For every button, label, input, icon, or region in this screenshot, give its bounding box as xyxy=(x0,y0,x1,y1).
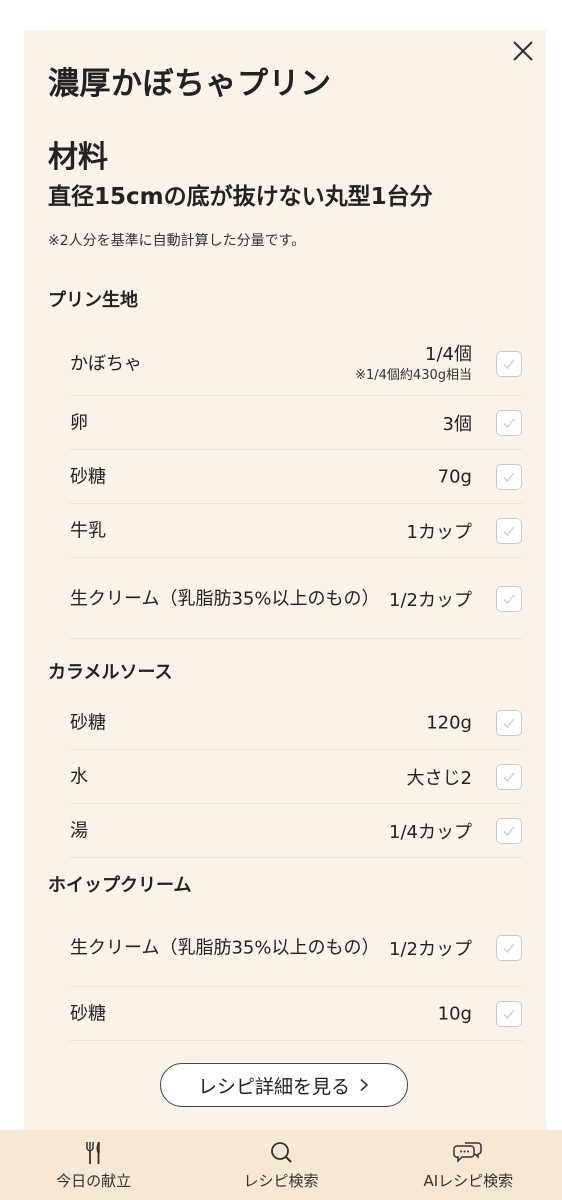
ingredient-amount: 1カップ xyxy=(406,522,472,543)
ingredient-name: 水 xyxy=(70,766,88,788)
group-title: ホイップクリーム xyxy=(48,875,192,896)
ingredient-row: 卵 3個 xyxy=(70,397,522,450)
nav-label: レシピ検索 xyxy=(243,1171,319,1190)
checkmark-icon xyxy=(503,826,515,837)
nav-item-todays-menu[interactable]: 今日の献立 xyxy=(0,1130,187,1200)
ingredient-row: 砂糖 70g xyxy=(70,451,522,504)
ingredient-name: 砂糖 xyxy=(70,1003,106,1025)
checkmark-icon xyxy=(503,593,515,604)
close-icon xyxy=(513,41,533,61)
ingredient-amount: 10g xyxy=(437,1003,472,1025)
ingredient-name: 砂糖 xyxy=(70,466,106,488)
ingredient-checkbox[interactable] xyxy=(496,410,522,436)
ingredient-amount: 70g xyxy=(437,466,472,488)
ingredient-name: 生クリーム（乳脂肪35%以上のもの） xyxy=(70,588,380,609)
ingredient-amount: 3個 xyxy=(442,414,472,435)
checkmark-icon xyxy=(503,718,515,729)
amount-value: 1/4個 xyxy=(425,344,472,365)
bottom-nav: 今日の献立 レシピ検索 AIレシピ検索 xyxy=(0,1130,562,1200)
fork-knife-icon xyxy=(85,1141,100,1164)
ingredient-checkbox[interactable] xyxy=(496,351,522,377)
search-icon xyxy=(271,1141,292,1163)
recipe-detail-button[interactable]: レシピ詳細を見る xyxy=(160,1063,408,1107)
ingredient-row: かぼちゃ 1/4個 ※1/4個約430g相当 xyxy=(70,333,522,396)
ingredient-checkbox[interactable] xyxy=(496,935,522,961)
ingredient-checkbox[interactable] xyxy=(496,818,522,844)
ingredient-row: 生クリーム（乳脂肪35%以上のもの） 1/2カップ xyxy=(70,559,522,639)
ingredient-amount: 大さじ2 xyxy=(406,768,472,789)
serving-note: ※2人分を基準に自動計算した分量です。 xyxy=(48,233,306,249)
ingredient-name: 生クリーム（乳脂肪35%以上のもの） xyxy=(70,937,380,959)
ingredient-name: 牛乳 xyxy=(70,520,106,542)
nav-label: AIレシピ検索 xyxy=(423,1171,514,1190)
ingredient-name: 卵 xyxy=(70,412,88,434)
chat-bubbles-icon xyxy=(453,1141,483,1163)
checkmark-icon xyxy=(503,943,515,954)
ingredient-checkbox[interactable] xyxy=(496,585,522,612)
ingredients-sheet: 濃厚かぼちゃプリン 材料 直径15cmの底が抜けない丸型1台分 ※2人分を基準に… xyxy=(24,30,546,1200)
ingredient-amount: 1/4個 ※1/4個約430g相当 xyxy=(355,343,472,385)
checkmark-icon xyxy=(503,772,515,783)
checkmark-icon xyxy=(503,359,515,370)
checkmark-icon xyxy=(503,1009,515,1020)
nav-item-ai-recipe-search[interactable]: AIレシピ検索 xyxy=(375,1130,562,1200)
nav-label: 今日の献立 xyxy=(56,1171,132,1190)
ingredient-checkbox[interactable] xyxy=(496,1001,522,1027)
close-button[interactable] xyxy=(510,38,536,64)
ingredient-amount: 1/2カップ xyxy=(389,589,472,611)
ingredient-amount: 1/4カップ xyxy=(389,822,472,843)
ingredient-name: かぼちゃ xyxy=(70,353,142,375)
chevron-right-icon xyxy=(360,1078,369,1092)
nav-item-recipe-search[interactable]: レシピ検索 xyxy=(187,1130,374,1200)
ingredient-checkbox[interactable] xyxy=(496,518,522,544)
yield-label: 直径15cmの底が抜けない丸型1台分 xyxy=(48,184,433,210)
ingredient-row: 牛乳 1カップ xyxy=(70,505,522,558)
checkmark-icon xyxy=(503,526,515,537)
ingredient-checkbox[interactable] xyxy=(496,464,522,490)
ingredient-amount: 120g xyxy=(426,712,472,734)
ingredient-row: 水 大さじ2 xyxy=(70,751,522,804)
ingredient-name: 湯 xyxy=(70,820,88,842)
ingredient-row: 砂糖 120g xyxy=(70,697,522,750)
group-title: カラメルソース xyxy=(48,662,173,683)
ingredient-row: 生クリーム（乳脂肪35%以上のもの） 1/2カップ xyxy=(70,910,522,987)
amount-note: ※1/4個約430g相当 xyxy=(355,368,472,383)
group-title: プリン生地 xyxy=(48,290,138,311)
recipe-detail-label: レシピ詳細を見る xyxy=(197,1075,350,1098)
ingredient-row: 砂糖 10g xyxy=(70,988,522,1041)
ingredient-amount: 1/2カップ xyxy=(389,939,472,960)
ingredient-row: 湯 1/4カップ xyxy=(70,805,522,858)
checkmark-icon xyxy=(503,418,515,429)
recipe-title: 濃厚かぼちゃプリン xyxy=(48,66,332,102)
checkmark-icon xyxy=(503,472,515,483)
ingredient-name: 砂糖 xyxy=(70,712,106,734)
ingredient-checkbox[interactable] xyxy=(496,764,522,790)
ingredient-checkbox[interactable] xyxy=(496,710,522,736)
ingredients-heading: 材料 xyxy=(48,140,108,175)
